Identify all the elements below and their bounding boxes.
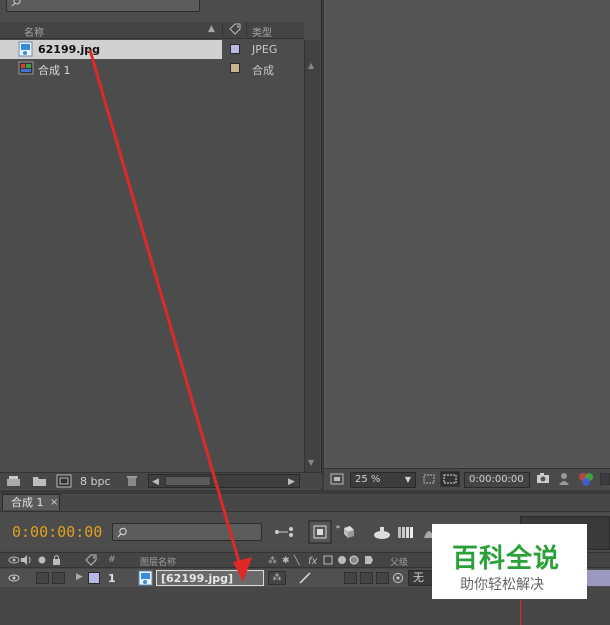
watermark-title: 百科全说 — [452, 544, 561, 574]
watermark-subtitle: 助你轻松解决 — [460, 577, 544, 593]
watermark: 百科全说 助你轻松解决 — [432, 524, 587, 599]
